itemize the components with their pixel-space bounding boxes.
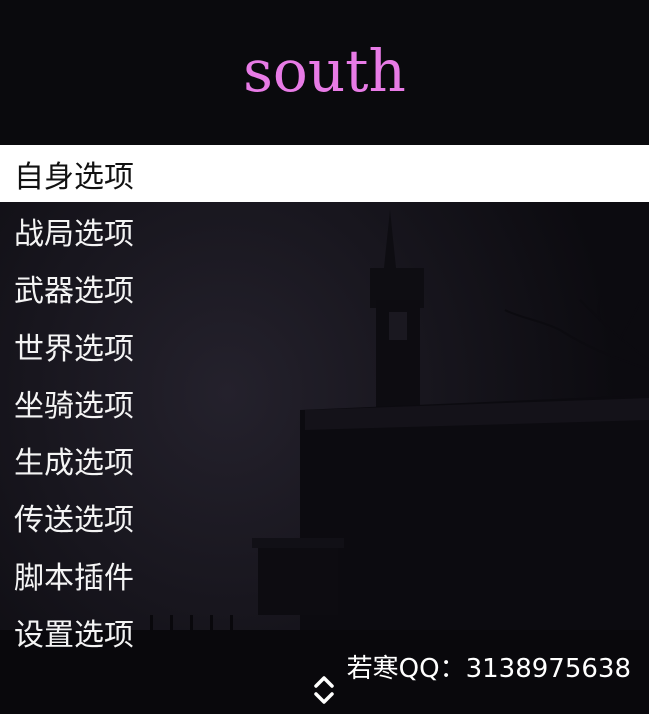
menu-item-world-options[interactable]: 世界选项 xyxy=(0,317,649,374)
menu-item-self-options[interactable]: 自身选项 xyxy=(0,145,649,203)
menu-item-session-options[interactable]: 战局选项 xyxy=(0,202,649,259)
menu-title: south xyxy=(243,37,406,105)
menu-list: 自身选项 战局选项 武器选项 世界选项 坐骑选项 生成选项 传送选项 脚本插件 … xyxy=(0,145,649,661)
mod-menu: south 自身选项 战局选项 武器选项 世界选项 坐骑选项 生成选项 传送选项… xyxy=(0,0,649,714)
menu-item-spawn-options[interactable]: 生成选项 xyxy=(0,431,649,488)
menu-item-script-plugins[interactable]: 脚本插件 xyxy=(0,546,649,603)
contact-info: 若寒QQ：3138975638 xyxy=(346,654,631,684)
menu-header: south xyxy=(0,0,649,145)
menu-item-mount-options[interactable]: 坐骑选项 xyxy=(0,374,649,431)
up-down-chevron-icon xyxy=(314,676,334,704)
menu-item-weapon-options[interactable]: 武器选项 xyxy=(0,260,649,317)
menu-item-teleport-options[interactable]: 传送选项 xyxy=(0,489,649,546)
